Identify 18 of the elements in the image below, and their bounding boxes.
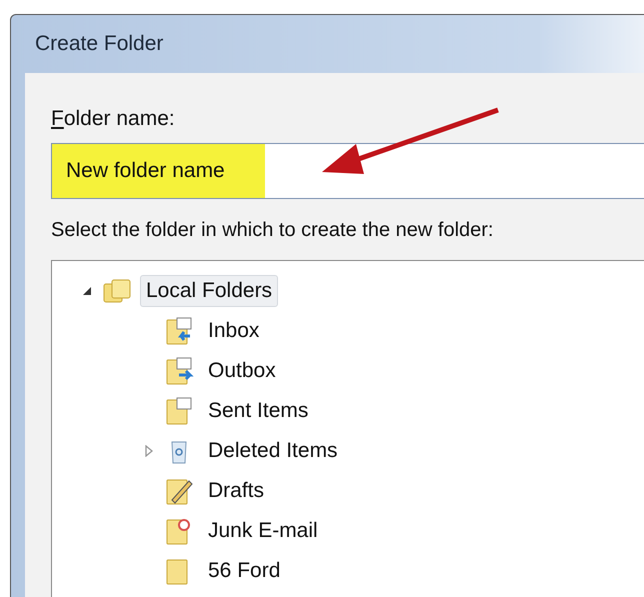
tree-item[interactable]: 56 Ford xyxy=(202,555,286,587)
outbox-folder-icon xyxy=(164,356,194,386)
tree-label: Select the folder in which to create the new folder: xyxy=(51,219,494,242)
tree-item[interactable]: Drafts xyxy=(202,475,270,507)
tree-item[interactable]: Inbox xyxy=(202,315,266,347)
tree-item[interactable]: Outbox xyxy=(202,355,282,387)
expanded-triangle-icon[interactable] xyxy=(81,285,93,297)
tree-item[interactable]: Local Folders xyxy=(140,275,278,307)
tree-item[interactable]: Deleted Items xyxy=(202,435,344,467)
tree-item[interactable]: Junk E-mail xyxy=(202,515,324,547)
field-value: New folder name xyxy=(52,144,265,198)
inbox-folder-icon xyxy=(164,316,194,346)
window-title: Create Folder xyxy=(35,32,164,56)
collapsed-triangle-icon[interactable] xyxy=(143,445,155,457)
folder-name-field[interactable]: New folder name xyxy=(51,143,644,199)
tree-item[interactable]: Sent Items xyxy=(202,395,314,427)
sent-folder-icon xyxy=(164,396,194,426)
folder-name-label: Folder name: xyxy=(51,107,176,131)
